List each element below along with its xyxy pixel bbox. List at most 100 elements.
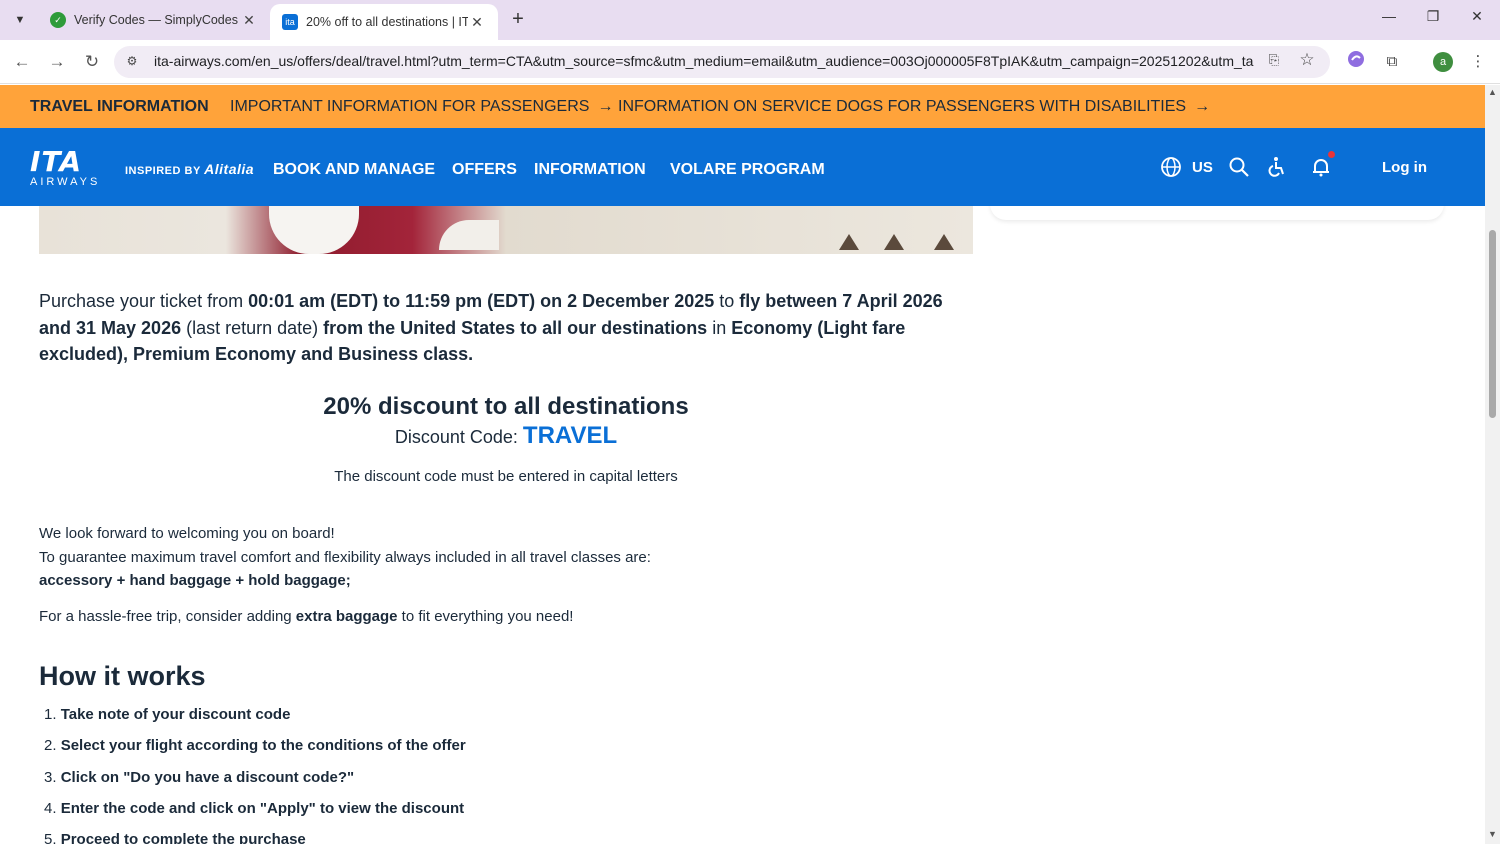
translate-icon[interactable]: ⎘ bbox=[1264, 52, 1284, 72]
extra-baggage-text: For a hassle-free trip, consider adding … bbox=[39, 608, 969, 625]
how-it-works-heading: How it works bbox=[39, 661, 206, 691]
step-number: 1. bbox=[44, 706, 57, 723]
nav-information[interactable]: INFORMATION bbox=[534, 161, 646, 179]
tab-title: 20% off to all destinations | ITA bbox=[306, 15, 468, 29]
side-booking-card bbox=[990, 206, 1444, 220]
step-item: 4. Enter the code and click on "Apply" t… bbox=[44, 800, 944, 831]
welcome-line: To guarantee maximum travel comfort and … bbox=[39, 548, 651, 566]
discount-code-label: Discount Code: bbox=[394, 427, 523, 447]
hero-image bbox=[39, 206, 973, 254]
intro-bold: 00:01 am (EDT) to 11:59 pm (EDT) on 2 De… bbox=[248, 291, 715, 311]
intro-text: in bbox=[707, 317, 732, 338]
discount-code-line: Discount Code: TRAVEL bbox=[39, 422, 973, 450]
intro-text: to bbox=[714, 291, 740, 311]
notification-bell-icon[interactable] bbox=[1310, 156, 1332, 178]
tab-close-icon[interactable]: ✕ bbox=[468, 14, 486, 31]
nav-offers[interactable]: OFFERS bbox=[452, 161, 517, 179]
intro-text: Purchase your ticket from bbox=[39, 291, 249, 311]
link-label: IMPORTANT INFORMATION FOR PASSENGERS bbox=[230, 98, 590, 115]
baggage-included: accessory + hand baggage + hold baggage; bbox=[39, 572, 351, 589]
tab-close-icon[interactable]: ✕ bbox=[240, 12, 258, 29]
welcome-line: We look forward to welcoming you on boar… bbox=[39, 525, 335, 542]
hero-image-detail bbox=[269, 206, 359, 254]
page-content: Purchase your ticket from 00:01 am (EDT)… bbox=[0, 206, 1485, 844]
step-text: Select your flight according to the cond… bbox=[60, 737, 466, 755]
login-button[interactable]: Log in bbox=[1382, 159, 1427, 176]
scroll-down-arrow-icon[interactable]: ▼ bbox=[1488, 829, 1497, 839]
step-number: 5. bbox=[44, 831, 57, 844]
inspired-by-alitalia: INSPIRED BY Alitalia bbox=[125, 161, 254, 177]
address-bar[interactable]: ⚙ ita-airways.com/en_us/offers/deal/trav… bbox=[114, 46, 1330, 78]
bookmark-star-icon[interactable]: ☆ bbox=[1297, 50, 1317, 72]
hero-image-detail bbox=[439, 220, 499, 250]
nav-book-and-manage[interactable]: BOOK AND MANAGE bbox=[273, 161, 435, 179]
step-item: 2. Select your flight according to the c… bbox=[44, 737, 944, 768]
promo-title: 20% discount to all destinations bbox=[323, 393, 689, 420]
discount-code[interactable]: TRAVEL bbox=[523, 422, 617, 449]
important-info-link[interactable]: IMPORTANT INFORMATION FOR PASSENGERS → bbox=[230, 98, 613, 116]
scroll-up-arrow-icon[interactable]: ▲ bbox=[1488, 87, 1497, 97]
step-text: Take note of your discount code bbox=[60, 706, 291, 723]
step-number: 4. bbox=[44, 799, 57, 817]
extra-baggage-link[interactable]: extra baggage bbox=[296, 608, 398, 625]
hassle-text: For a hassle-free trip, consider adding bbox=[39, 608, 296, 625]
minimize-icon[interactable]: — bbox=[1376, 8, 1402, 30]
offer-intro: Purchase your ticket from 00:01 am (EDT)… bbox=[39, 288, 969, 368]
discount-code-note: The discount code must be entered in cap… bbox=[334, 468, 678, 485]
scrollbar-thumb[interactable] bbox=[1489, 230, 1496, 418]
step-number: 2. bbox=[44, 737, 57, 755]
inspired-by-label: INSPIRED BY bbox=[125, 165, 201, 177]
browser-menu-icon[interactable]: ⋮ bbox=[1466, 50, 1490, 74]
ita-favicon-icon: ita bbox=[282, 14, 298, 30]
step-item: 5. Proceed to complete the purchase bbox=[44, 831, 944, 844]
logo-text: ITA bbox=[30, 145, 83, 178]
alitalia-brand: Alitalia bbox=[204, 161, 255, 177]
extensions-puzzle-icon[interactable]: ⧉ bbox=[1380, 50, 1404, 74]
nav-volare-program[interactable]: VOLARE PROGRAM bbox=[670, 161, 825, 179]
hero-image-detail bbox=[839, 234, 859, 250]
profile-avatar[interactable]: a bbox=[1433, 52, 1453, 72]
intro-text: (last return date) bbox=[181, 317, 324, 338]
step-text: Proceed to complete the purchase bbox=[60, 831, 306, 844]
main-navigation: ITA AIRWAYS INSPIRED BY Alitalia BOOK AN… bbox=[0, 128, 1485, 206]
step-item: 1. Take note of your discount code bbox=[44, 706, 944, 737]
service-dogs-info-link[interactable]: INFORMATION ON SERVICE DOGS FOR PASSENGE… bbox=[618, 98, 1210, 116]
welcome-text: We look forward to welcoming you on boar… bbox=[39, 522, 969, 593]
new-tab-plus-icon[interactable]: + bbox=[506, 8, 530, 32]
accessibility-icon[interactable] bbox=[1265, 156, 1287, 178]
restore-icon[interactable]: ❐ bbox=[1420, 8, 1446, 30]
url-text[interactable]: ita-airways.com/en_us/offers/deal/travel… bbox=[154, 53, 1254, 69]
browser-toolbar: ← → ↻ ⚙ ita-airways.com/en_us/offers/dea… bbox=[0, 40, 1500, 84]
notification-dot bbox=[1328, 151, 1335, 158]
steps-list: 1. Take note of your discount code 2. Se… bbox=[44, 706, 944, 844]
step-item: 3. Click on "Do you have a discount code… bbox=[44, 769, 944, 800]
step-number: 3. bbox=[44, 768, 57, 786]
hero-image-detail bbox=[884, 234, 904, 250]
hassle-text: to fit everything you need! bbox=[397, 608, 574, 625]
forward-arrow-icon[interactable]: → bbox=[45, 50, 69, 74]
browser-tab-ita-airways[interactable]: ita 20% off to all destinations | ITA ✕ bbox=[270, 4, 498, 40]
ita-airways-logo[interactable]: ITA AIRWAYS bbox=[30, 145, 108, 189]
close-window-icon[interactable]: ✕ bbox=[1464, 8, 1490, 30]
logo-subtext: AIRWAYS bbox=[30, 176, 101, 188]
extension-icon[interactable] bbox=[1344, 50, 1368, 74]
page-scrollbar[interactable]: ▲ ▼ bbox=[1485, 85, 1500, 844]
hero-image-detail bbox=[934, 234, 954, 250]
travel-info-title: TRAVEL INFORMATION bbox=[30, 98, 209, 115]
language-selector[interactable]: US bbox=[1192, 159, 1213, 176]
intro-bold: from the United States to all our destin… bbox=[323, 317, 708, 338]
browser-tab-bar: ▼ ✓ Verify Codes — SimplyCodes ✕ ita 20%… bbox=[0, 0, 1500, 40]
browser-tab-simplycodes[interactable]: ✓ Verify Codes — SimplyCodes ✕ bbox=[38, 4, 270, 36]
link-label: INFORMATION ON SERVICE DOGS FOR PASSENGE… bbox=[618, 98, 1187, 115]
search-icon[interactable] bbox=[1228, 156, 1250, 178]
arrow-right-icon: → bbox=[1194, 98, 1211, 115]
back-arrow-icon[interactable]: ← bbox=[10, 50, 34, 74]
travel-info-bar: TRAVEL INFORMATION IMPORTANT INFORMATION… bbox=[0, 85, 1485, 128]
arrow-right-icon: → bbox=[597, 98, 614, 115]
tab-search-chevron-icon[interactable]: ▼ bbox=[8, 8, 32, 32]
simplycodes-favicon-icon: ✓ bbox=[50, 12, 66, 28]
step-text: Click on "Do you have a discount code?" bbox=[60, 768, 355, 786]
globe-icon[interactable] bbox=[1160, 156, 1182, 178]
site-info-icon[interactable]: ⚙ bbox=[124, 54, 140, 70]
reload-icon[interactable]: ↻ bbox=[80, 50, 104, 74]
